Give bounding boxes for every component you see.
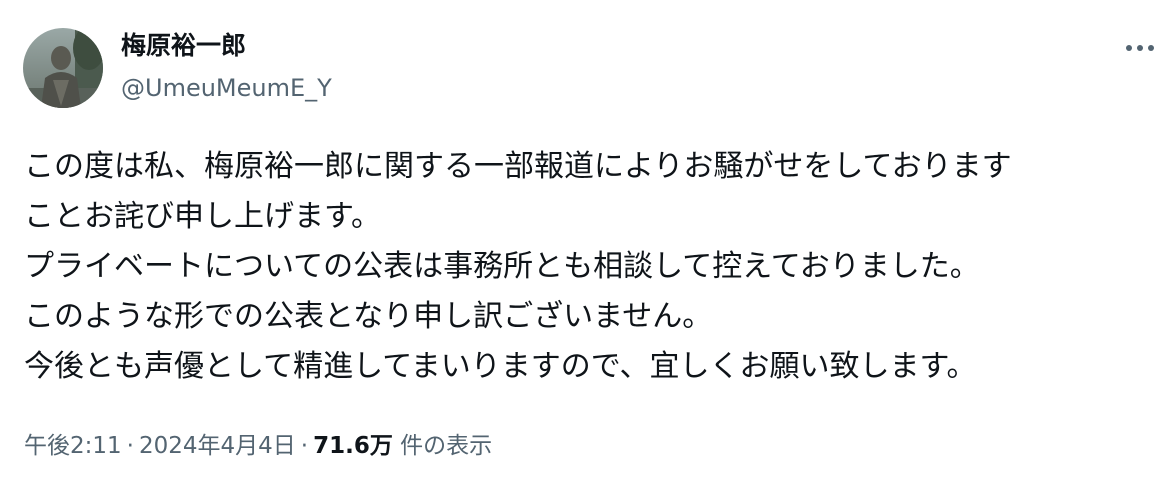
- more-options-button[interactable]: [1118, 30, 1162, 66]
- avatar-photo-icon: [23, 28, 103, 108]
- author-block: 梅原裕一郎 @UmeuMeumE_Y: [121, 29, 332, 105]
- tweet-line: この度は私、梅原裕一郎に関する一部報道によりお騒がせをしております: [24, 149, 1012, 184]
- tweet-line: ことお詫び申し上げます。: [24, 199, 381, 234]
- user-handle[interactable]: @UmeuMeumE_Y: [121, 71, 332, 105]
- post-time[interactable]: 午後2:11: [24, 433, 122, 459]
- display-name[interactable]: 梅原裕一郎: [121, 29, 332, 63]
- tweet-line: 今後とも声優として精進してまいりますので、宜しくお願い致します。: [24, 349, 977, 384]
- avatar[interactable]: [23, 28, 103, 108]
- tweet-meta: 午後2:11 · 2024年4月4日 · 71.6万 件の表示: [24, 429, 492, 463]
- tweet-line: プライベートについての公表は事務所とも相談して控えておりました。: [24, 249, 980, 284]
- more-dots-icon: [1126, 45, 1154, 51]
- post-date[interactable]: 2024年4月4日: [139, 433, 296, 459]
- meta-separator: ·: [300, 433, 309, 459]
- tweet-text: この度は私、梅原裕一郎に関する一部報道によりお騒がせをしております ことお詫び申…: [24, 142, 1164, 392]
- views-count[interactable]: 71.6万: [313, 433, 393, 459]
- tweet-line: このような形での公表となり申し訳ございません。: [24, 299, 713, 334]
- views-label: 件の表示: [392, 433, 493, 459]
- meta-separator: ·: [126, 433, 134, 459]
- tweet-card: 梅原裕一郎 @UmeuMeumE_Y この度は私、梅原裕一郎に関する一部報道によ…: [0, 0, 1174, 490]
